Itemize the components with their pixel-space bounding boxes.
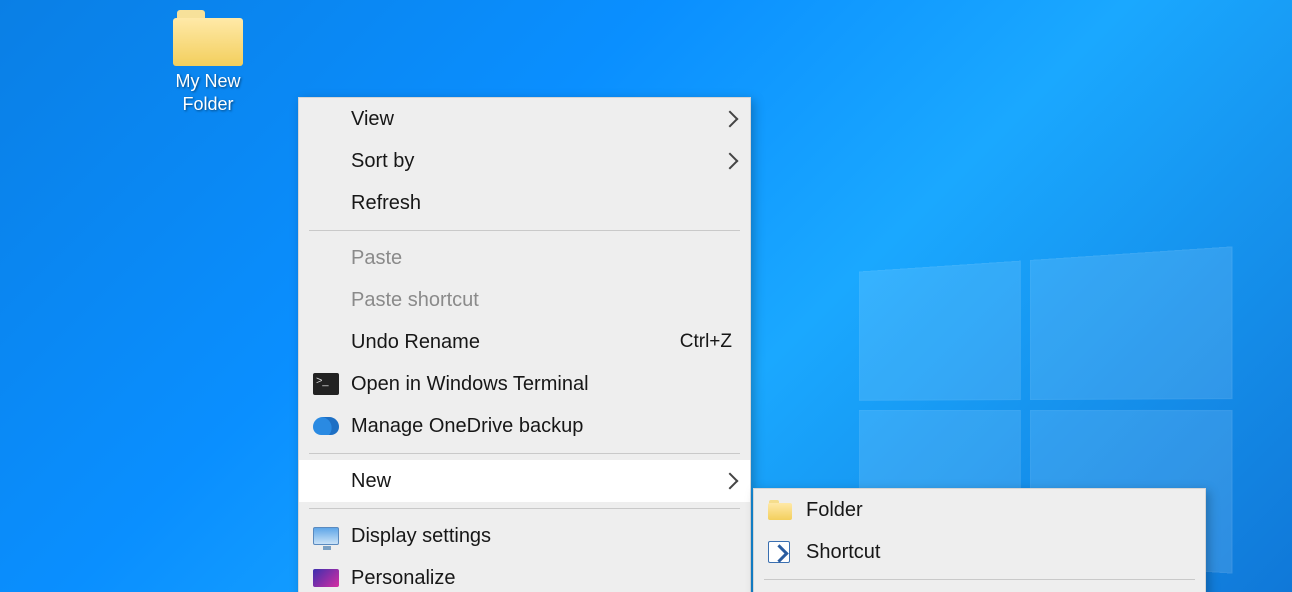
submenu-item-shortcut[interactable]: Shortcut [754,531,1205,573]
menu-label: Refresh [351,192,421,215]
menu-item-sort-by[interactable]: Sort by [299,140,750,182]
chevron-right-icon [722,111,739,128]
menu-label: Sort by [351,150,414,173]
menu-label: View [351,108,394,131]
chevron-right-icon [722,153,739,170]
shortcut-icon [768,541,790,563]
personalize-icon [313,569,339,587]
menu-shortcut: Ctrl+Z [680,331,732,353]
menu-label: Open in Windows Terminal [351,373,589,396]
menu-item-undo-rename[interactable]: Undo Rename Ctrl+Z [299,321,750,363]
folder-icon [173,10,243,66]
onedrive-icon [313,417,339,435]
menu-item-paste: Paste [299,237,750,279]
folder-icon [768,500,792,520]
menu-label: Folder [806,499,863,522]
chevron-right-icon [722,473,739,490]
menu-item-manage-onedrive[interactable]: Manage OneDrive backup [299,405,750,447]
terminal-icon [313,373,339,395]
menu-item-paste-shortcut: Paste shortcut [299,279,750,321]
menu-item-personalize[interactable]: Personalize [299,557,750,592]
menu-item-view[interactable]: View [299,98,750,140]
menu-label: Manage OneDrive backup [351,415,583,438]
submenu-item-access-db[interactable]: Microsoft Access Database [754,586,1205,592]
desktop-icon-label: My New Folder [162,70,254,115]
menu-separator [309,230,740,231]
desktop-background[interactable]: My New Folder View Sort by Refresh Paste… [0,0,1292,592]
menu-label: Undo Rename [351,331,480,354]
menu-item-new[interactable]: New [299,460,750,502]
menu-label: Personalize [351,567,456,590]
menu-label: Paste shortcut [351,289,479,312]
menu-label: New [351,470,391,493]
menu-item-refresh[interactable]: Refresh [299,182,750,224]
display-icon [313,527,339,545]
desktop-icon-my-new-folder[interactable]: My New Folder [162,10,254,115]
new-submenu: Folder Shortcut Microsoft Access Databas… [753,488,1206,592]
menu-label: Paste [351,247,402,270]
menu-separator [764,579,1195,580]
menu-item-open-terminal[interactable]: Open in Windows Terminal [299,363,750,405]
menu-label: Display settings [351,525,491,548]
submenu-item-folder[interactable]: Folder [754,489,1205,531]
menu-separator [309,508,740,509]
menu-label: Shortcut [806,541,880,564]
menu-separator [309,453,740,454]
desktop-context-menu: View Sort by Refresh Paste Paste shortcu… [298,97,751,592]
menu-item-display-settings[interactable]: Display settings [299,515,750,557]
